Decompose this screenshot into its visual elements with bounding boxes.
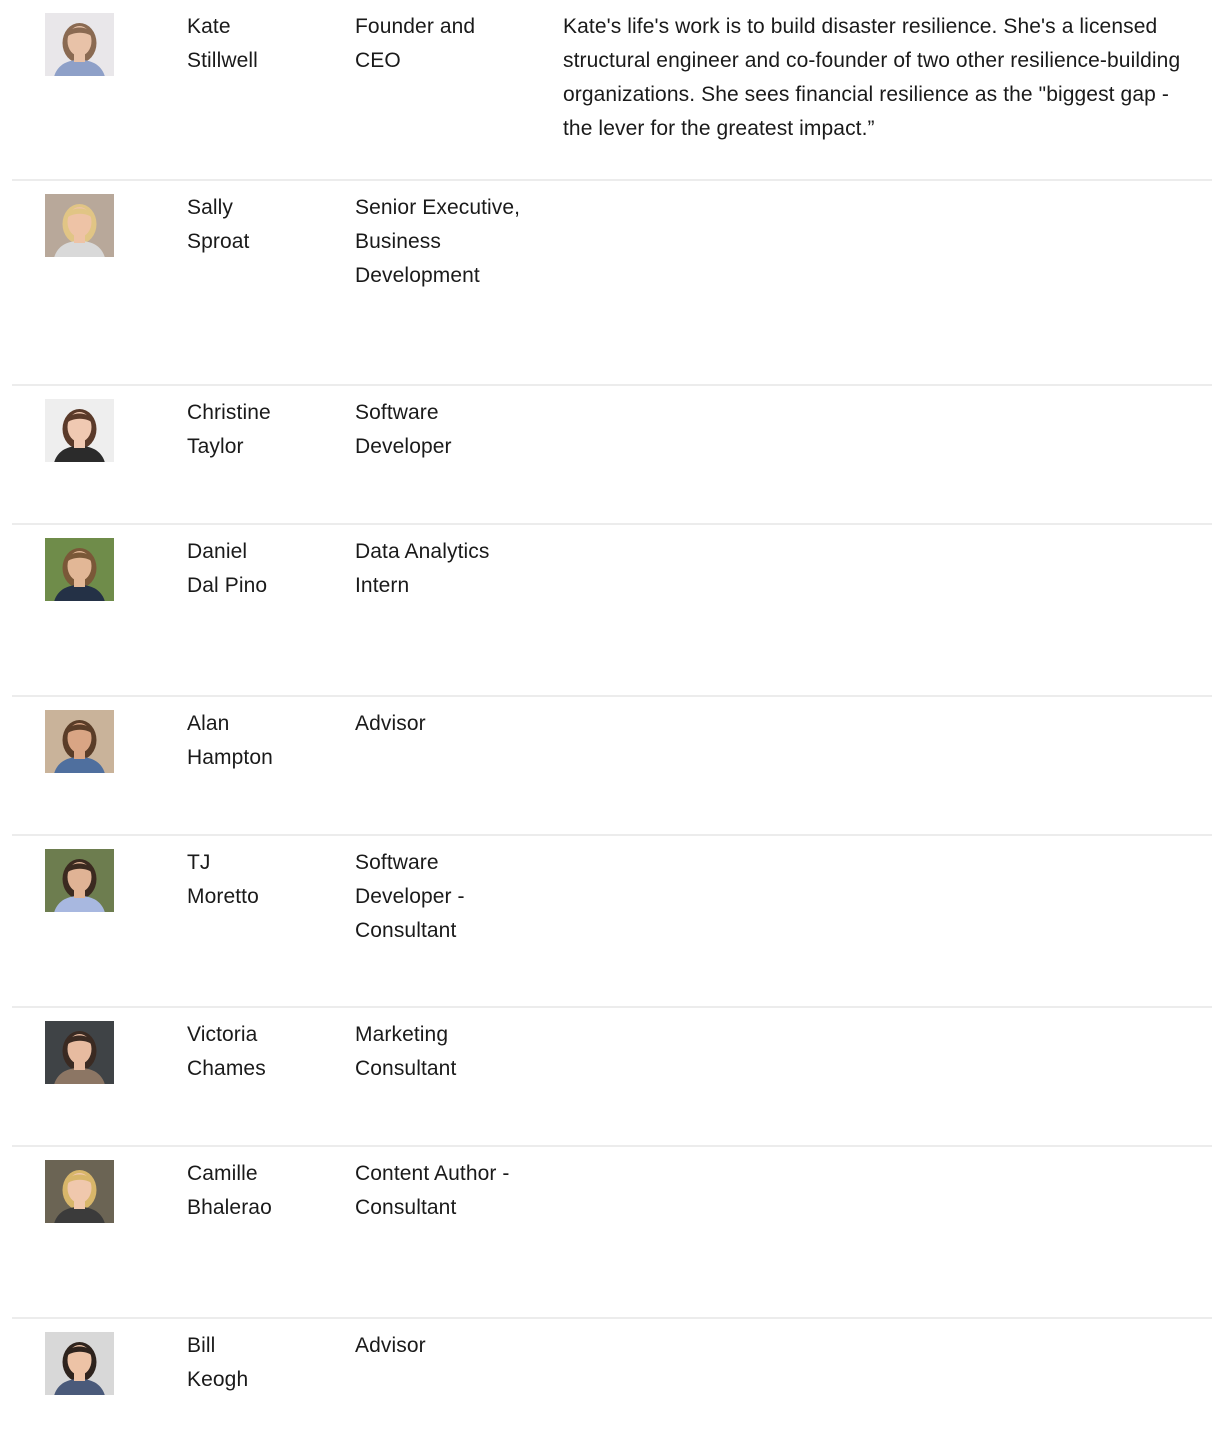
member-title: Software Developer [355,401,452,458]
bio-cell [527,1319,1212,1439]
avatar [45,1332,114,1395]
team-member-row: Sally Sproat Senior Executive, Business … [12,181,1212,386]
title-cell: Software Developer - Consultant [319,836,523,1006]
bio-cell [527,386,1212,523]
member-last-name: Sproat [187,230,250,253]
member-first-name: TJ [187,851,211,874]
name-cell: Daniel Dal Pino [151,525,315,695]
photo-cell [12,697,147,834]
member-title: Content Author - Consultant [355,1162,510,1219]
avatar [45,849,114,912]
title-cell: Advisor [319,697,523,834]
member-last-name: Keogh [187,1368,249,1391]
name-cell: Alan Hampton [151,697,315,834]
team-member-row: TJ Moretto Software Developer - Consulta… [12,836,1212,1008]
photo-cell [12,0,147,179]
avatar [45,13,114,76]
team-member-row: Victoria Chames Marketing Consultant [12,1008,1212,1147]
member-first-name: Camille [187,1162,258,1185]
bio-cell [527,1008,1212,1145]
avatar-portrait-icon [45,710,114,773]
photo-cell [12,1008,147,1145]
team-member-row: Alan Hampton Advisor [12,697,1212,836]
avatar [45,399,114,462]
avatar-portrait-icon [45,849,114,912]
member-title: Founder and CEO [355,15,476,72]
team-member-row: Kate Stillwell Founder and CEO Kate's li… [12,0,1212,181]
team-member-row: Bill Keogh Advisor [12,1319,1212,1439]
avatar-portrait-icon [45,1021,114,1084]
title-cell: Advisor [319,1319,523,1439]
bio-cell: Kate's life's work is to build disaster … [527,0,1212,179]
member-first-name: Victoria [187,1023,258,1046]
photo-cell [12,1319,147,1439]
member-bio: Kate's life's work is to build disaster … [563,15,1181,140]
member-title: Software Developer - Consultant [355,851,465,942]
photo-cell [12,181,147,384]
member-title: Advisor [355,1334,426,1357]
member-title: Senior Executive, Business Development [355,196,521,287]
member-last-name: Stillwell [187,49,258,72]
name-cell: Sally Sproat [151,181,315,384]
avatar [45,538,114,601]
name-cell: Kate Stillwell [151,0,315,179]
team-member-row: Camille Bhalerao Content Author - Consul… [12,1147,1212,1319]
name-cell: Victoria Chames [151,1008,315,1145]
avatar-portrait-icon [45,194,114,257]
avatar-portrait-icon [45,1332,114,1395]
title-cell: Content Author - Consultant [319,1147,523,1317]
avatar-portrait-icon [45,1160,114,1223]
title-cell: Senior Executive, Business Development [319,181,523,384]
member-first-name: Alan [187,712,230,735]
avatar [45,710,114,773]
team-member-row: Christine Taylor Software Developer [12,386,1212,525]
avatar [45,1021,114,1084]
photo-cell [12,525,147,695]
member-title: Advisor [355,712,426,735]
title-cell: Founder and CEO [319,0,523,179]
member-last-name: Bhalerao [187,1196,272,1219]
title-cell: Marketing Consultant [319,1008,523,1145]
name-cell: Camille Bhalerao [151,1147,315,1317]
member-first-name: Sally [187,196,234,219]
member-first-name: Daniel [187,540,248,563]
member-first-name: Kate [187,15,231,38]
member-title: Data Analytics Intern [355,540,490,597]
avatar-portrait-icon [45,13,114,76]
avatar [45,194,114,257]
bio-cell [527,836,1212,1006]
name-cell: Bill Keogh [151,1319,315,1439]
photo-cell [12,836,147,1006]
member-last-name: Hampton [187,746,273,769]
avatar-portrait-icon [45,538,114,601]
bio-cell [527,697,1212,834]
member-last-name: Dal Pino [187,574,268,597]
member-last-name: Moretto [187,885,259,908]
name-cell: TJ Moretto [151,836,315,1006]
title-cell: Data Analytics Intern [319,525,523,695]
photo-cell [12,1147,147,1317]
team-member-row: Daniel Dal Pino Data Analytics Intern [12,525,1212,697]
avatar [45,1160,114,1223]
bio-cell [527,1147,1212,1317]
team-table: Kate Stillwell Founder and CEO Kate's li… [12,0,1212,1439]
member-first-name: Christine [187,401,271,424]
member-first-name: Bill [187,1334,216,1357]
member-last-name: Chames [187,1057,266,1080]
photo-cell [12,386,147,523]
member-last-name: Taylor [187,435,244,458]
bio-cell [527,181,1212,384]
bio-cell [527,525,1212,695]
avatar-portrait-icon [45,399,114,462]
name-cell: Christine Taylor [151,386,315,523]
member-title: Marketing Consultant [355,1023,457,1080]
title-cell: Software Developer [319,386,523,523]
